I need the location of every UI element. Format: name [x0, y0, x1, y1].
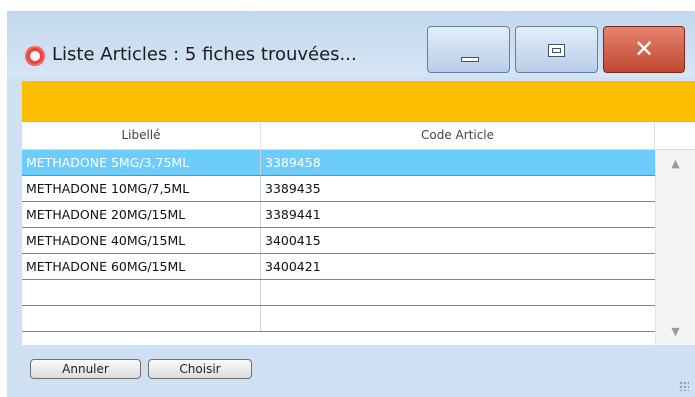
cell-libelle: METHADONE 60MG/15ML	[22, 254, 261, 279]
table-row[interactable]: METHADONE 40MG/15ML 3400415	[22, 228, 655, 254]
cell-libelle: METHADONE 20MG/15ML	[22, 202, 261, 227]
cell-code-article	[261, 306, 655, 331]
table-header: Libellé Code Article	[22, 122, 695, 150]
cell-code-article: 3389458	[265, 155, 321, 170]
choose-button[interactable]: Choisir	[148, 359, 252, 379]
cell-code-article: 3400421	[265, 259, 321, 274]
close-icon: ✕	[633, 35, 655, 63]
minimize-icon	[461, 57, 479, 62]
cell-code-article: 3389435	[265, 181, 321, 196]
cancel-button[interactable]: Annuler	[30, 359, 141, 379]
table-row[interactable]: METHADONE 10MG/7,5ML 3389435	[22, 176, 655, 202]
article-table: Libellé Code Article METHADONE 5MG/3,75M…	[22, 121, 695, 345]
cell-libelle: METHADONE 5MG/3,75ML	[22, 150, 261, 175]
title-bar[interactable]: Liste Articles : 5 fiches trouvées... ✕	[7, 11, 695, 77]
cell-libelle	[22, 280, 261, 305]
window-title: Liste Articles : 5 fiches trouvées...	[52, 44, 357, 65]
close-button[interactable]: ✕	[603, 26, 685, 73]
cell-libelle	[22, 306, 261, 331]
table-row[interactable]: METHADONE 5MG/3,75ML 3389458	[22, 150, 655, 176]
scroll-up-icon[interactable]: ▲	[656, 154, 695, 174]
column-header-libelle[interactable]: Libellé	[22, 122, 261, 149]
column-header-spacer	[655, 122, 695, 149]
maximize-button[interactable]	[515, 26, 598, 73]
resize-grip-icon[interactable]	[679, 381, 689, 391]
cell-libelle: METHADONE 40MG/15ML	[22, 228, 261, 253]
vertical-scrollbar[interactable]: ▲ ▼	[655, 150, 695, 345]
header-banner	[22, 81, 695, 121]
cell-code-article: 3400415	[265, 233, 321, 248]
table-row[interactable]	[22, 306, 655, 332]
cell-libelle: METHADONE 10MG/7,5ML	[22, 176, 261, 201]
cell-code-article: 3389441	[265, 207, 321, 222]
scroll-down-icon[interactable]: ▼	[656, 322, 695, 342]
lifebuoy-icon	[25, 46, 45, 66]
table-row[interactable]: METHADONE 60MG/15ML 3400421	[22, 254, 655, 280]
minimize-button[interactable]	[427, 26, 510, 73]
article-list-window: Liste Articles : 5 fiches trouvées... ✕ …	[7, 11, 695, 397]
table-row[interactable]	[22, 280, 655, 306]
column-header-code-article[interactable]: Code Article	[261, 122, 655, 149]
maximize-icon	[548, 44, 565, 57]
cell-code-article	[261, 280, 655, 305]
table-row[interactable]: METHADONE 20MG/15ML 3389441	[22, 202, 655, 228]
